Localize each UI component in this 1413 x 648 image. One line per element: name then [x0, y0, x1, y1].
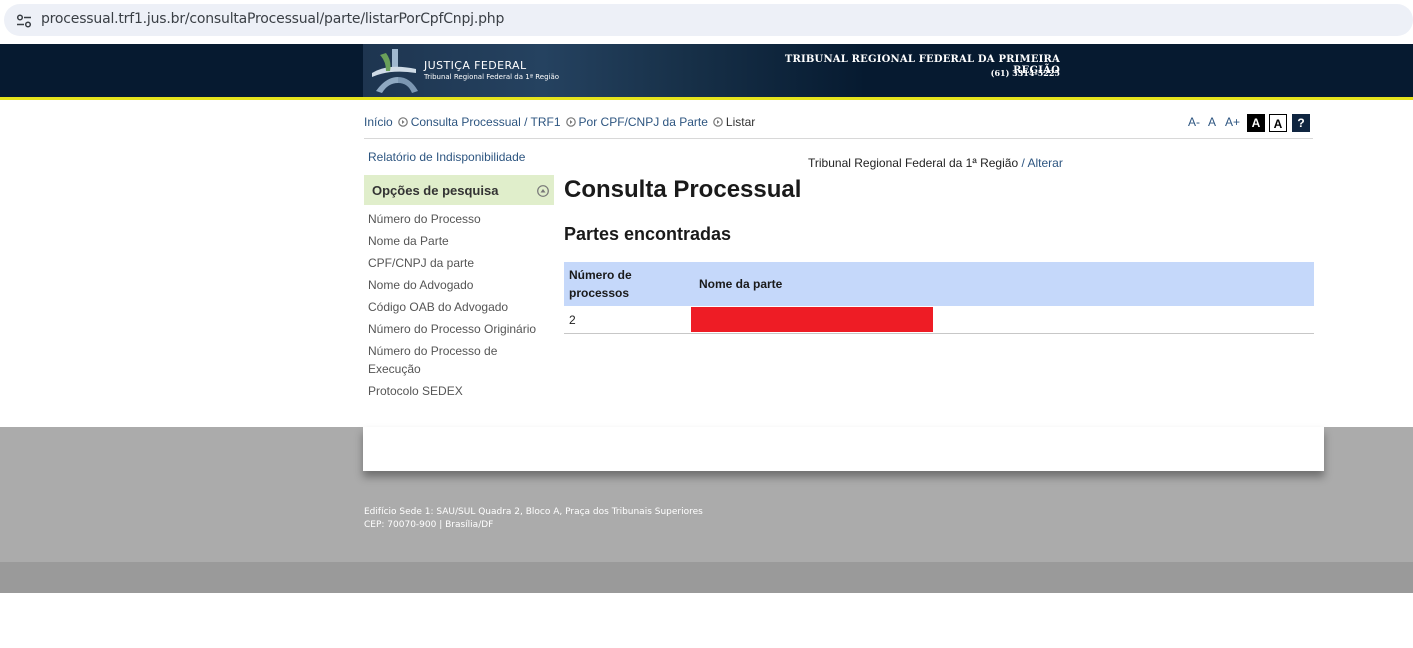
footer-bottom-band [0, 562, 1413, 593]
font-decrease-button[interactable]: A- [1188, 115, 1200, 129]
search-options-header[interactable]: Opções de pesquisa [364, 175, 554, 205]
breadcrumb-divider [364, 138, 1313, 139]
search-option-processo-originario[interactable]: Número do Processo Originário [368, 320, 548, 338]
search-option-cpf-cnpj[interactable]: CPF/CNPJ da parte [368, 254, 548, 272]
search-option-codigo-oab[interactable]: Código OAB do Advogado [368, 298, 548, 316]
results-heading: Partes encontradas [564, 224, 732, 244]
change-court-link[interactable]: Alterar [1027, 156, 1062, 170]
logo-subtitle: Tribunal Regional Federal da 1ª Região [424, 73, 560, 81]
court-phone: (61) 3314-5225 [990, 68, 1060, 78]
high-contrast-button[interactable]: A [1247, 114, 1265, 132]
footer-address-line2: CEP: 70070-900 | Brasília/DF [364, 520, 494, 530]
footer-address-line1: Edifício Sede 1: SAU/SUL Quadra 2, Bloco… [364, 507, 703, 517]
logo-title: JUSTIÇA FEDERAL [424, 59, 527, 72]
report-unavailability-link[interactable]: Relatório de Indisponibilidade [368, 150, 525, 164]
breadcrumb-consulta[interactable]: Consulta Processual / TRF1 [411, 115, 561, 129]
header-accent-line [0, 97, 1413, 100]
breadcrumb-inicio[interactable]: Início [364, 115, 393, 129]
normal-contrast-button[interactable]: A [1269, 114, 1287, 132]
results-table: Número de processos Nome da parte 2 [564, 262, 1314, 334]
selected-court: Tribunal Regional Federal da 1ª Região /… [808, 156, 1063, 170]
search-option-numero-processo[interactable]: Número do Processo [368, 210, 548, 228]
help-button[interactable]: ? [1292, 114, 1310, 132]
table-row[interactable]: 2 [564, 306, 1314, 334]
font-increase-button[interactable]: A+ [1225, 115, 1240, 129]
search-option-protocolo-sedex[interactable]: Protocolo SEDEX [368, 382, 548, 400]
content-card-bottom [363, 427, 1324, 471]
column-header-count: Número de processos [564, 262, 694, 306]
column-header-name: Nome da parte [694, 262, 1314, 306]
tune-icon[interactable] [16, 14, 32, 28]
process-count-cell: 2 [564, 306, 694, 334]
breadcrumb-por-cpf[interactable]: Por CPF/CNPJ da Parte [579, 115, 708, 129]
redacted-name-block [691, 307, 933, 332]
selected-court-name: Tribunal Regional Federal da 1ª Região [808, 156, 1019, 170]
breadcrumb: Início Consulta Processual / TRF1 Por CPF/… [364, 115, 755, 129]
breadcrumb-current: Listar [725, 115, 756, 129]
table-header-row: Número de processos Nome da parte [564, 262, 1314, 306]
chevron-right-icon [713, 117, 723, 127]
font-normal-button[interactable]: A [1208, 115, 1216, 129]
font-size-tools: A- A A+ A A ? [1188, 114, 1310, 134]
site-header: JUSTIÇA FEDERAL Tribunal Regional Federa… [0, 44, 1413, 97]
search-option-nome-advogado[interactable]: Nome do Advogado [368, 276, 548, 294]
justica-federal-logo-icon [372, 49, 418, 93]
search-options-title: Opções de pesquisa [372, 183, 499, 198]
chevron-right-icon [565, 117, 576, 127]
search-option-processo-execucao[interactable]: Número do Processo de Execução [368, 342, 518, 378]
browser-address-bar: processual.trf1.jus.br/consultaProcessua… [0, 0, 1413, 40]
collapse-arrow-icon[interactable] [537, 185, 549, 197]
chevron-right-icon [397, 117, 408, 127]
search-option-nome-parte[interactable]: Nome da Parte [368, 232, 548, 250]
party-name-cell[interactable] [691, 306, 1314, 334]
url-text[interactable]: processual.trf1.jus.br/consultaProcessua… [41, 11, 504, 27]
page-title: Consulta Processual [564, 176, 802, 203]
